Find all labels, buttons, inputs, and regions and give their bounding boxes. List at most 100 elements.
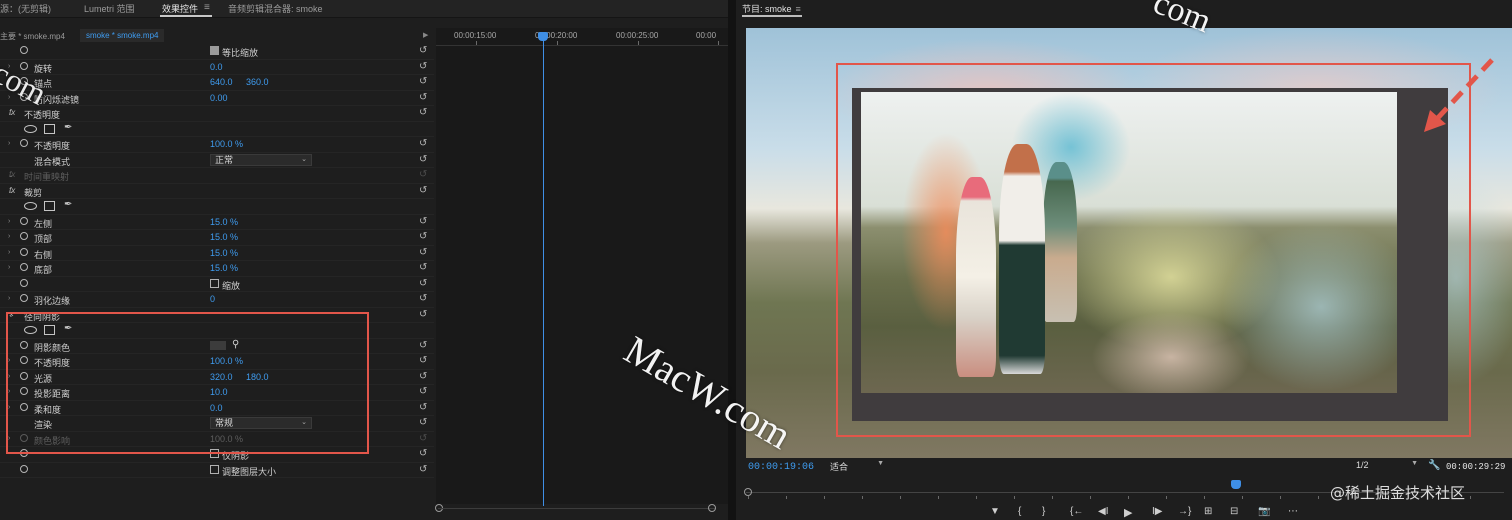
tab-audio-clip-mixer[interactable]: 音频剪辑混合器: smoke [228,2,323,15]
ellipse-mask-icon[interactable] [24,124,37,133]
checkbox[interactable] [210,278,219,288]
effect-property-row[interactable]: ⌄ fx 裁剪 ↺ [0,184,434,199]
effect-property-row[interactable]: 混合模式 正常 ⌄ ↺ [0,153,434,168]
effect-property-row[interactable]: › 羽化边缘 0 ↺ [0,292,434,308]
stopwatch-icon[interactable] [20,46,28,54]
effect-property-row[interactable]: › 顶部 15.0 % ↺ [0,230,434,246]
expand-icon[interactable]: › [8,357,10,364]
reset-icon[interactable]: ↺ [419,371,427,382]
stopwatch-icon[interactable] [20,247,28,256]
stopwatch-icon[interactable] [20,278,28,287]
property-value[interactable]: 0.00 [210,93,228,103]
effect-timeline[interactable]: 00:00:15:00 00:00:20:00 00:00:25:00 00:0… [436,28,728,506]
stopwatch-icon[interactable] [20,92,28,101]
tab-effect-controls[interactable]: 效果控件 [162,2,198,15]
effect-property-row[interactable]: › 防闪烁滤镜 0.00 ↺ [0,91,434,106]
property-value[interactable]: 15.0 % [210,263,238,273]
stopwatch-icon[interactable] [20,61,28,70]
effect-property-row[interactable]: 缩放 ↺ [0,277,434,292]
stopwatch-icon[interactable] [20,387,28,395]
checkbox[interactable] [210,46,219,55]
rectangle-mask-icon[interactable] [44,123,55,134]
ellipse-mask-icon[interactable] [24,202,37,210]
stopwatch-icon[interactable] [20,340,28,349]
property-select[interactable]: 正常 ⌄ [210,153,312,166]
expand-icon[interactable]: › [8,435,10,442]
reset-icon[interactable]: ↺ [419,309,427,320]
mark-out-icon[interactable]: } [1042,506,1045,517]
reset-icon[interactable]: ↺ [419,169,427,180]
effect-property-row[interactable]: 渲染 常规 ⌄ ↺ [0,416,434,432]
play-icon[interactable]: ▶ [1124,506,1132,519]
eyedropper-icon[interactable]: ⚲ [232,339,239,350]
expand-icon[interactable]: › [8,233,10,240]
checkbox[interactable] [210,464,219,474]
reset-icon[interactable]: ↺ [419,386,427,397]
color-swatch[interactable] [210,340,226,350]
expand-icon[interactable]: › [8,94,10,101]
stopwatch-icon[interactable] [20,433,28,442]
program-playhead[interactable] [1231,480,1241,489]
effect-property-row[interactable]: › 锚点 640.0 360.0 ↺ [0,75,434,91]
effect-property-row[interactable]: ⌄ fx 时间重映射 ↺ [0,168,434,184]
effect-property-row[interactable]: › 柔和度 0.0 ↺ [0,401,434,416]
effect-property-row[interactable]: ⌄ fx 不透明度 ↺ [0,106,434,122]
effect-property-row[interactable]: › 右侧 15.0 % ↺ [0,246,434,261]
wrench-icon[interactable]: 🔧 [1428,460,1440,471]
stopwatch-icon[interactable] [20,77,28,85]
effect-property-row[interactable]: › 投影距离 10.0 ↺ [0,385,434,401]
effect-property-row[interactable]: 等比缩放 ↺ [0,44,434,60]
play-only-icon[interactable]: ▶ [423,31,428,39]
reset-icon[interactable]: ↺ [419,231,427,242]
property-value[interactable]: 0.0 [210,62,223,72]
reset-icon[interactable]: ↺ [419,154,427,165]
reset-icon[interactable]: ↺ [419,216,427,227]
property-value[interactable]: 100.0 % [210,356,243,366]
panel-divider[interactable] [728,0,736,520]
reset-icon[interactable]: ↺ [419,92,427,103]
expand-icon[interactable]: › [8,373,10,380]
timeline-zoom-track[interactable] [438,508,716,509]
master-clip-label[interactable]: 主要 * smoke.mp4 [0,31,65,42]
expand-icon[interactable]: › [8,249,10,256]
scrub-zoom-handle[interactable] [744,488,752,496]
stopwatch-icon[interactable] [20,449,28,457]
stopwatch-icon[interactable] [20,294,28,302]
stopwatch-icon[interactable] [20,232,28,240]
stopwatch-icon[interactable] [20,356,28,364]
reset-icon[interactable]: ↺ [419,107,427,118]
pen-mask-icon[interactable]: ✒ [64,122,72,133]
reset-icon[interactable]: ↺ [419,138,427,149]
effect-property-row[interactable]: ⌄ × 径向阴影 ↺ [0,308,434,323]
reset-icon[interactable]: ↺ [419,61,427,72]
effect-property-row[interactable]: 仅阴影 ↺ [0,447,434,463]
reset-icon[interactable]: ↺ [419,355,427,366]
reset-icon[interactable]: ↺ [419,433,427,444]
export-frame-icon[interactable]: 📷 [1258,506,1270,517]
stopwatch-icon[interactable] [20,464,28,473]
reset-icon[interactable]: ↺ [419,340,427,351]
property-value[interactable]: 0 [210,294,215,304]
expand-icon[interactable]: › [8,388,10,395]
step-forward-icon[interactable]: I▶ [1152,506,1162,517]
property-value[interactable]: 15.0 % [210,248,238,258]
fx-bypass-icon[interactable]: fx [9,170,15,179]
reset-icon[interactable]: ↺ [419,247,427,258]
ellipse-mask-icon[interactable] [24,326,37,334]
go-to-in-icon[interactable]: {← [1070,506,1083,517]
step-back-icon[interactable]: ◀I [1098,506,1108,517]
checkbox[interactable] [210,449,219,458]
expand-icon[interactable]: › [8,218,10,225]
rectangle-mask-icon[interactable] [44,201,55,211]
more-controls-icon[interactable]: ⋯ [1288,506,1298,517]
playback-resolution-select[interactable]: 1/2 ▼ [1356,460,1418,473]
reset-icon[interactable]: ↺ [419,464,427,475]
pen-mask-icon[interactable]: ✒ [64,323,72,334]
property-value[interactable]: 100.0 % [210,139,243,149]
panel-menu-icon[interactable]: ≡ [204,2,210,13]
reset-icon[interactable]: ↺ [419,417,427,428]
property-value[interactable]: 320.0 [210,372,233,382]
time-ruler[interactable]: 00:00:15:00 00:00:20:00 00:00:25:00 00:0… [436,28,728,46]
expand-icon[interactable]: › [8,264,10,271]
program-monitor-title[interactable]: 节目: smoke ≡ [742,2,801,15]
